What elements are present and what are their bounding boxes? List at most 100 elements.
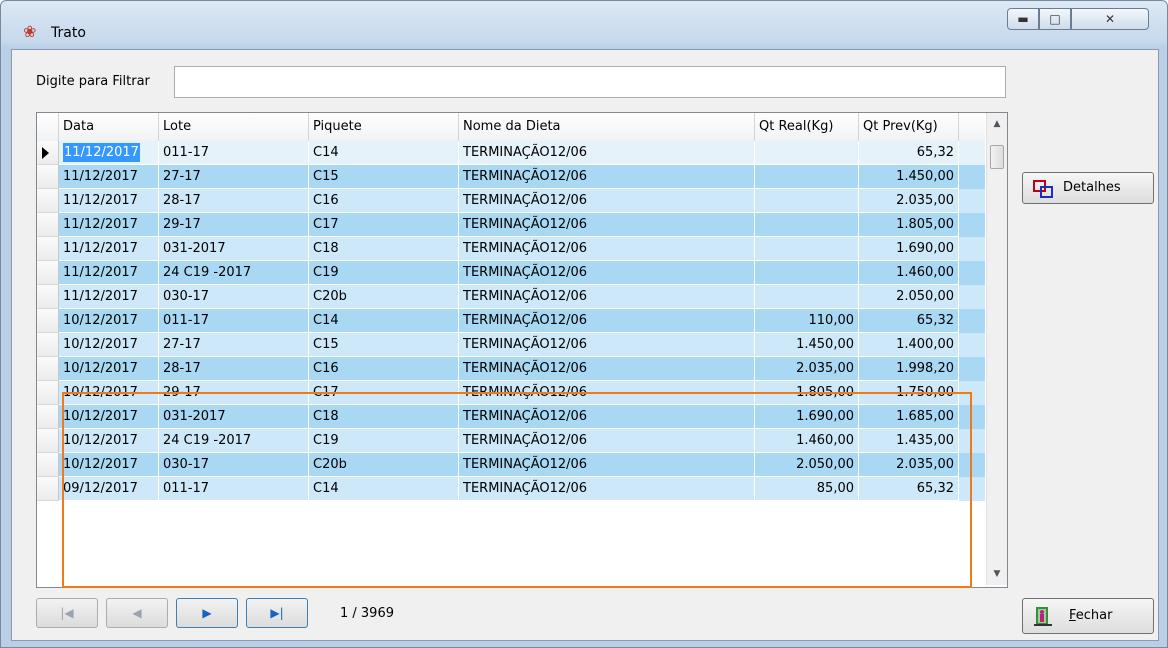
cell-data[interactable]: 09/12/2017 (59, 477, 159, 501)
column-header[interactable]: Qt Real(Kg) (755, 113, 859, 141)
cell-real[interactable]: 2.035,00 (755, 357, 859, 381)
cell-data[interactable]: 11/12/2017 (59, 213, 159, 237)
table-row[interactable]: 11/12/2017 29-17 C17 TERMINAÇÃO12/06 1.805,0… (37, 213, 985, 237)
cell-dieta[interactable]: TERMINAÇÃO12/06 (459, 405, 755, 429)
cell-dieta[interactable]: TERMINAÇÃO12/06 (459, 165, 755, 189)
cell-piquete[interactable]: C19 (309, 429, 459, 453)
column-header[interactable]: Lote (159, 113, 309, 141)
row-indicator[interactable] (37, 405, 59, 429)
table-row[interactable]: 11/12/2017 24 C19 -2017 C19 TERMINAÇÃO12/06… (37, 261, 985, 285)
table-row[interactable]: 11/12/2017 011-17 C14 TERMINAÇÃO12/06 65,32 (37, 141, 985, 165)
cell-data[interactable]: 11/12/2017 (59, 189, 159, 213)
cell-lote[interactable]: 28-17 (159, 357, 309, 381)
cell-data[interactable]: 11/12/2017 (59, 261, 159, 285)
cell-dieta[interactable]: TERMINAÇÃO12/06 (459, 261, 755, 285)
cell-piquete[interactable]: C20b (309, 285, 459, 309)
column-header[interactable]: Qt Prev(Kg) (859, 113, 959, 141)
cell-prev[interactable]: 1.400,00 (859, 333, 959, 357)
cell-real[interactable] (755, 165, 859, 189)
next-record-button[interactable]: ▶ (176, 598, 238, 628)
cell-lote[interactable]: 27-17 (159, 165, 309, 189)
cell-lote[interactable]: 29-17 (159, 213, 309, 237)
prev-record-button[interactable]: ◀ (106, 598, 168, 628)
cell-dieta[interactable]: TERMINAÇÃO12/06 (459, 285, 755, 309)
cell-real[interactable]: 1.460,00 (755, 429, 859, 453)
row-indicator[interactable] (37, 213, 59, 237)
column-header[interactable]: Piquete (309, 113, 459, 141)
row-indicator[interactable] (37, 189, 59, 213)
scroll-thumb[interactable] (990, 145, 1004, 169)
table-row[interactable]: 10/12/2017 27-17 C15 TERMINAÇÃO12/06 1.450,0… (37, 333, 985, 357)
table-row[interactable]: 10/12/2017 24 C19 -2017 C19 TERMINAÇÃO12/06… (37, 429, 985, 453)
cell-lote[interactable]: 011-17 (159, 141, 309, 165)
scroll-up-arrow-icon[interactable]: ▲ (987, 115, 1007, 133)
row-indicator[interactable] (37, 237, 59, 261)
cell-prev[interactable]: 1.460,00 (859, 261, 959, 285)
cell-dieta[interactable]: TERMINAÇÃO12/06 (459, 213, 755, 237)
cell-dieta[interactable]: TERMINAÇÃO12/06 (459, 309, 755, 333)
cell-prev[interactable]: 2.050,00 (859, 285, 959, 309)
cell-lote[interactable]: 29-17 (159, 381, 309, 405)
row-indicator[interactable] (37, 141, 59, 165)
cell-piquete[interactable]: C19 (309, 261, 459, 285)
cell-piquete[interactable]: C17 (309, 213, 459, 237)
cell-data[interactable]: 10/12/2017 (59, 453, 159, 477)
cell-piquete[interactable]: C18 (309, 405, 459, 429)
title-bar[interactable]: ❀ Trato (1, 1, 1167, 49)
cell-dieta[interactable]: TERMINAÇÃO12/06 (459, 333, 755, 357)
cell-dieta[interactable]: TERMINAÇÃO12/06 (459, 237, 755, 261)
cell-data[interactable]: 11/12/2017 (59, 165, 159, 189)
row-indicator[interactable] (37, 429, 59, 453)
cell-data[interactable]: 10/12/2017 (59, 309, 159, 333)
cell-data[interactable]: 10/12/2017 (59, 405, 159, 429)
cell-real[interactable]: 110,00 (755, 309, 859, 333)
table-row[interactable]: 10/12/2017 29-17 C17 TERMINAÇÃO12/06 1.805,0… (37, 381, 985, 405)
cell-real[interactable] (755, 141, 859, 165)
cell-real[interactable] (755, 189, 859, 213)
row-indicator[interactable] (37, 309, 59, 333)
table-row[interactable]: 11/12/2017 28-17 C16 TERMINAÇÃO12/06 2.035,0… (37, 189, 985, 213)
cell-piquete[interactable]: C18 (309, 237, 459, 261)
table-row[interactable]: 09/12/2017 011-17 C14 TERMINAÇÃO12/06 85,00 6… (37, 477, 985, 501)
cell-real[interactable]: 85,00 (755, 477, 859, 501)
cell-prev[interactable]: 2.035,00 (859, 189, 959, 213)
table-row[interactable]: 11/12/2017 031-2017 C18 TERMINAÇÃO12/06 1.69… (37, 237, 985, 261)
cell-prev[interactable]: 1.435,00 (859, 429, 959, 453)
row-indicator[interactable] (37, 357, 59, 381)
cell-piquete[interactable]: C16 (309, 189, 459, 213)
cell-dieta[interactable]: TERMINAÇÃO12/06 (459, 429, 755, 453)
cell-lote[interactable]: 011-17 (159, 309, 309, 333)
vertical-scrollbar[interactable]: ▲ ▼ (986, 113, 1007, 585)
table-row[interactable]: 10/12/2017 011-17 C14 TERMINAÇÃO12/06 110,00… (37, 309, 985, 333)
cell-prev[interactable]: 1.450,00 (859, 165, 959, 189)
minimize-button[interactable]: ▬ (1007, 8, 1039, 30)
cell-lote[interactable]: 011-17 (159, 477, 309, 501)
row-indicator[interactable] (37, 333, 59, 357)
cell-prev[interactable]: 65,32 (859, 477, 959, 501)
table-row[interactable]: 10/12/2017 030-17 C20b TERMINAÇÃO12/06 2.050… (37, 453, 985, 477)
row-indicator[interactable] (37, 477, 59, 501)
cell-prev[interactable]: 65,32 (859, 309, 959, 333)
cell-data[interactable]: 11/12/2017 (59, 141, 159, 165)
cell-lote[interactable]: 24 C19 -2017 (159, 261, 309, 285)
cell-prev[interactable]: 65,32 (859, 141, 959, 165)
cell-prev[interactable]: 1.998,20 (859, 357, 959, 381)
cell-data[interactable]: 10/12/2017 (59, 429, 159, 453)
table-row[interactable]: 11/12/2017 030-17 C20b TERMINAÇÃO12/06 2.050… (37, 285, 985, 309)
cell-prev[interactable]: 1.685,00 (859, 405, 959, 429)
row-indicator[interactable] (37, 261, 59, 285)
cell-prev[interactable]: 1.750,00 (859, 381, 959, 405)
cell-real[interactable] (755, 237, 859, 261)
table-row[interactable]: 10/12/2017 031-2017 C18 TERMINAÇÃO12/06 1.69… (37, 405, 985, 429)
cell-real[interactable]: 2.050,00 (755, 453, 859, 477)
cell-dieta[interactable]: TERMINAÇÃO12/06 (459, 381, 755, 405)
cell-real[interactable] (755, 285, 859, 309)
cell-real[interactable] (755, 261, 859, 285)
row-indicator[interactable] (37, 285, 59, 309)
cell-real[interactable]: 1.805,00 (755, 381, 859, 405)
data-grid[interactable]: Data Lote Piquete Nome da Dieta Qt Real(Kg) Q… (36, 112, 1008, 588)
cell-piquete[interactable]: C15 (309, 333, 459, 357)
cell-real[interactable]: 1.450,00 (755, 333, 859, 357)
column-header[interactable]: Nome da Dieta (459, 113, 755, 141)
cell-data[interactable]: 11/12/2017 (59, 237, 159, 261)
